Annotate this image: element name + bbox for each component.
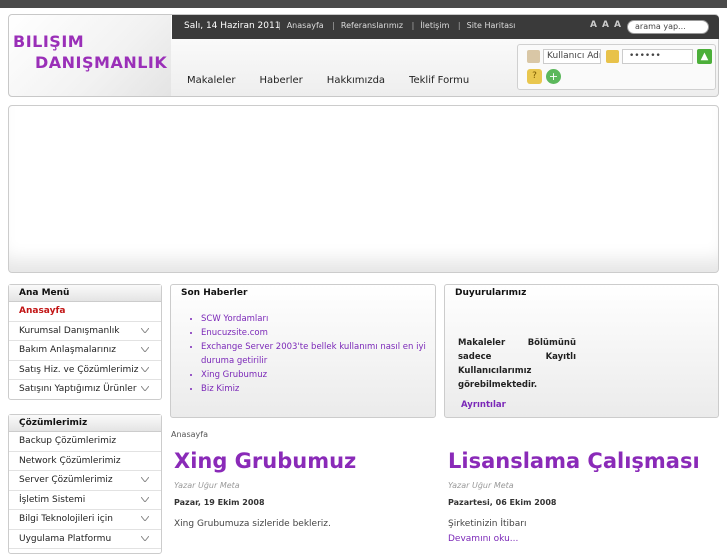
post-title[interactable]: Xing Grubumuz	[174, 449, 429, 473]
login-button[interactable]: ▲	[697, 49, 712, 64]
font-size-controls: AAA	[590, 20, 626, 30]
news-item[interactable]: Xing Grubumuz	[201, 368, 429, 382]
menu-item-sales[interactable]: Satış Hiz. ve Çözümlerimiz	[9, 361, 161, 380]
post-xing: Xing Grubumuz Yazar Uğur Meta Pazar, 19 …	[174, 449, 429, 529]
latest-news-title: Son Haberler	[181, 288, 248, 298]
font-large-button[interactable]: A	[614, 20, 621, 30]
menu-item-label: Bakım Anlaşmalarınız	[19, 345, 117, 355]
menu-item-os[interactable]: İşletim Sistemi	[9, 491, 161, 510]
search-input[interactable]: arama yap...	[627, 20, 709, 34]
menu-item-label: Network Çözümlerimiz	[19, 455, 121, 466]
nav-articles[interactable]: Makaleler	[187, 75, 235, 86]
current-date: Salı, 14 Haziran 2011	[184, 21, 281, 31]
top-link-home[interactable]: Anasayfa	[287, 21, 324, 30]
chevron-down-icon	[141, 496, 149, 502]
news-list: SCW Yordamları Enucuzsite.com Exchange S…	[201, 312, 429, 396]
post-author: Yazar Uğur Meta	[448, 481, 514, 490]
user-icon	[527, 50, 540, 63]
post-body: Xing Grubumuza sizleride bekleriz.	[174, 519, 331, 529]
menu-item-label: Bilgi Teknolojileri için	[19, 514, 113, 524]
post-author: Yazar Uğur Meta	[174, 481, 240, 490]
main-nav: Makaleler Haberler Hakkımızda Teklif Formu	[187, 75, 493, 86]
menu-item-backup[interactable]: Backup Çözümlerimiz	[9, 432, 161, 452]
top-links: | Anasayfa | Referanslarımız | İletişim | Si…	[278, 21, 516, 30]
nav-about[interactable]: Hakkımızda	[327, 75, 385, 86]
menu-item-label: Backup Çözümlerimiz	[19, 436, 117, 446]
chevron-down-icon	[141, 535, 149, 541]
site-header: BILIŞIM DANIŞMANLIK Salı, 14 Haziran 201…	[8, 14, 719, 97]
post-date: Pazar, 19 Ekim 2008	[174, 498, 265, 507]
top-link-sitemap[interactable]: Site Haritası	[467, 21, 516, 30]
top-strip	[0, 0, 727, 8]
breadcrumb[interactable]: Anasayfa	[171, 430, 208, 439]
menu-item-label: Anasayfa	[19, 306, 66, 316]
announcements-title: Duyurularımız	[455, 288, 527, 298]
username-field[interactable]: Kullanıcı Adı	[543, 49, 601, 64]
latest-news: Son Haberler SCW Yordamları Enucuzsite.c…	[170, 284, 436, 418]
announcement-details-link[interactable]: Ayrıntılar	[461, 400, 506, 410]
font-medium-button[interactable]: A	[602, 20, 609, 30]
menu-item-server[interactable]: Server Çözümlerimiz	[9, 471, 161, 491]
chevron-down-icon	[141, 386, 149, 391]
nav-news[interactable]: Haberler	[259, 75, 302, 86]
news-item[interactable]: Enucuzsite.com	[201, 326, 429, 340]
chevron-down-icon	[141, 477, 149, 482]
top-link-contact[interactable]: İletişim	[420, 21, 449, 30]
solutions-menu: Çözümlerimiz Backup Çözümlerimiz Network…	[8, 414, 162, 554]
chevron-down-icon	[141, 516, 149, 521]
nav-offer-form[interactable]: Teklif Formu	[409, 75, 469, 86]
main-menu-title: Ana Menü	[9, 285, 161, 302]
news-item[interactable]: SCW Yordamları	[201, 312, 429, 326]
read-more-link[interactable]: Devamını oku...	[448, 534, 703, 544]
menu-item-label: Kurumsal Danışmanlık	[19, 325, 120, 336]
font-small-button[interactable]: A	[590, 20, 597, 30]
top-link-references[interactable]: Referanslarımız	[341, 21, 403, 30]
top-bar: Salı, 14 Haziran 2011 | Anasayfa | Referan…	[172, 15, 719, 39]
chevron-down-icon	[141, 366, 149, 372]
key-icon	[606, 50, 619, 63]
menu-item-maintenance[interactable]: Bakım Anlaşmalarınız	[9, 341, 161, 361]
menu-item-label: Server Çözümlerimiz	[19, 475, 113, 485]
menu-item-app-platform[interactable]: Uygulama Platformu	[9, 530, 161, 549]
menu-item-network[interactable]: Network Çözümlerimiz	[9, 452, 161, 471]
main-menu: Ana Menü Anasayfa Kurumsal Danışmanlık B…	[8, 284, 162, 400]
post-title[interactable]: Lisanslama Çalışması	[448, 449, 703, 473]
forgot-password-icon[interactable]: ?	[527, 69, 542, 84]
menu-item-home[interactable]: Anasayfa	[9, 302, 161, 322]
solutions-menu-title: Çözümlerimiz	[9, 415, 161, 432]
password-field[interactable]: ••••••	[622, 49, 693, 64]
menu-item-label: Satışını Yaptığımız Ürünler	[19, 384, 137, 394]
post-body: Şirketinizin İtibarı	[448, 519, 527, 529]
post-date: Pazartesi, 06 Ekim 2008	[448, 498, 557, 507]
announcements: Duyurularımız Makaleler Bölümünü sadece …	[444, 284, 719, 418]
login-panel: Kullanıcı Adı •••••• ▲ ? +	[517, 44, 716, 90]
chevron-down-icon	[141, 347, 149, 352]
menu-item-label: İşletim Sistemi	[19, 494, 86, 505]
register-icon[interactable]: +	[546, 69, 561, 84]
chevron-down-icon	[141, 327, 149, 333]
post-licensing: Lisanslama Çalışması Yazar Uğur Meta Paz…	[448, 449, 703, 544]
menu-item-products[interactable]: Satışını Yaptığımız Ürünler	[9, 380, 161, 400]
menu-item-consulting[interactable]: Kurumsal Danışmanlık	[9, 322, 161, 341]
logo-line1: BILIŞIM	[13, 32, 85, 51]
menu-item-label: Satış Hiz. ve Çözümlerimiz	[19, 364, 139, 375]
announcement-text: Makaleler Bölümünü sadece Kayıtlı Kullan…	[458, 338, 576, 390]
menu-item-it[interactable]: Bilgi Teknolojileri için	[9, 510, 161, 530]
news-item[interactable]: Exchange Server 2003'te bellek kullanımı…	[201, 340, 429, 368]
logo[interactable]: BILIŞIM DANIŞMANLIK	[9, 15, 171, 96]
banner	[8, 105, 719, 273]
logo-line2: DANIŞMANLIK	[35, 53, 168, 72]
menu-item-label: Uygulama Platformu	[19, 533, 112, 544]
news-item[interactable]: Biz Kimiz	[201, 382, 429, 396]
